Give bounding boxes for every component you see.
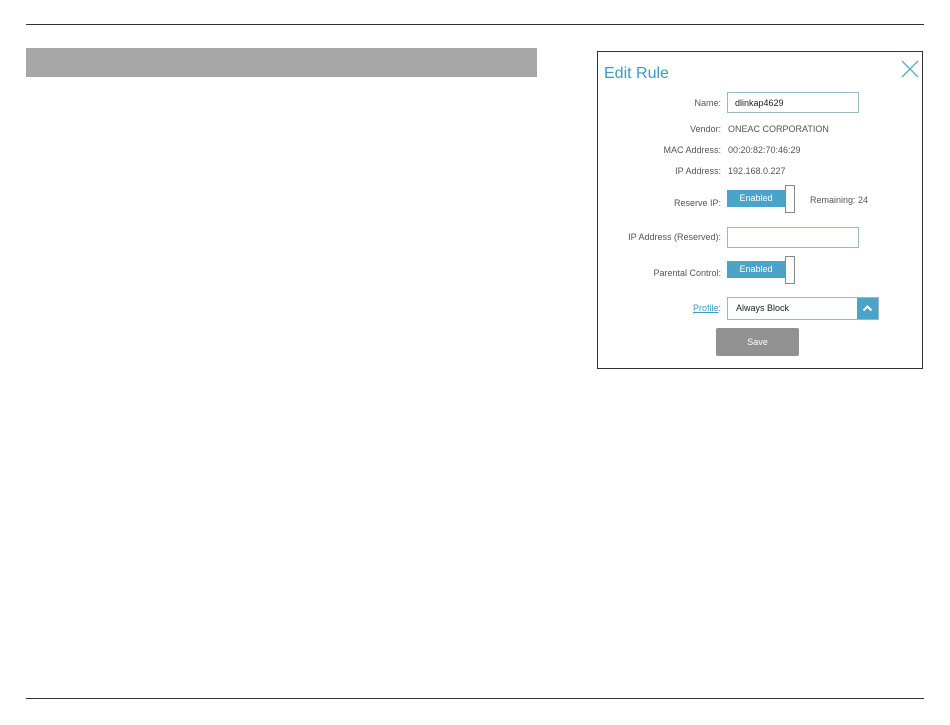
ip-address-reserved-label: IP Address (Reserved): (628, 232, 721, 242)
ip-address-value: 192.168.0.227 (728, 166, 786, 176)
vendor-value: ONEAC CORPORATION (728, 124, 829, 134)
mac-address-label: MAC Address: (663, 145, 721, 155)
profile-select[interactable]: Always Block (727, 297, 879, 320)
remaining-count: Remaining: 24 (810, 195, 869, 205)
reserve-ip-label: Reserve IP: (673, 198, 721, 208)
top-divider (26, 24, 924, 25)
ip-address-reserved-input[interactable] (727, 227, 859, 248)
save-button[interactable]: Save (716, 328, 799, 356)
parental-control-label: Parental Control: (653, 268, 721, 278)
profile-label-group: Profile: (693, 303, 721, 313)
name-input[interactable] (727, 92, 859, 113)
vendor-label: Vendor: (689, 124, 721, 134)
profile-colon: : (718, 303, 721, 313)
name-label: Name: (694, 98, 721, 108)
edit-rule-dialog: Edit Rule Name: Vendor: ONEAC CORPORATIO… (597, 51, 923, 369)
mac-address-value: 00:20:82:70:46:29 (728, 145, 801, 155)
toggle-knob (785, 256, 795, 284)
toggle-knob (785, 185, 795, 213)
profile-link[interactable]: Profile (693, 303, 719, 313)
close-icon[interactable] (899, 58, 921, 80)
reserve-ip-toggle[interactable]: Enabled (727, 185, 797, 215)
profile-selected-value: Always Block (736, 303, 790, 313)
chevron-up-icon[interactable] (857, 298, 878, 319)
section-banner (26, 48, 537, 77)
ip-address-label: IP Address: (675, 166, 721, 176)
parental-control-toggle[interactable]: Enabled (727, 256, 797, 286)
bottom-divider (26, 698, 924, 699)
parental-control-state: Enabled (727, 261, 785, 278)
reserve-ip-state: Enabled (727, 190, 785, 207)
dialog-title: Edit Rule (604, 65, 669, 82)
